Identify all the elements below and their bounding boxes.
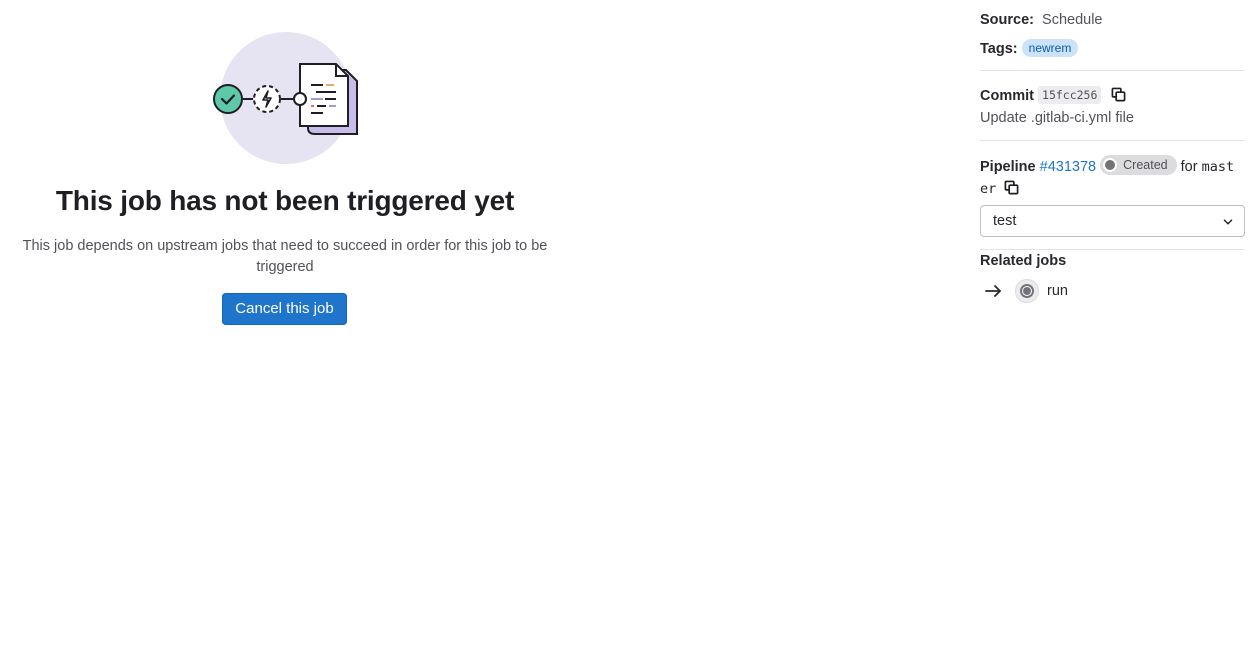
chevron-down-icon (1223, 219, 1233, 225)
copy-ref-icon[interactable] (1004, 180, 1019, 199)
stage-dropdown-value: test (993, 213, 1017, 229)
ref-name[interactable]: mast (1202, 159, 1235, 175)
commit-label: Commit (980, 88, 1034, 104)
status-created-icon (1105, 160, 1116, 170)
tags-label: Tags: (980, 41, 1018, 57)
ref-name-continued[interactable]: er (980, 181, 996, 197)
pipeline-row: Pipeline #431378 Created for mast (980, 155, 1234, 175)
tags-row: Tags: newrem (980, 39, 1079, 57)
divider (980, 249, 1245, 250)
copy-icon[interactable] (1111, 87, 1126, 106)
status-created-icon (1015, 279, 1039, 303)
divider (980, 70, 1245, 71)
source-row: Source: Schedule (980, 12, 1103, 28)
empty-state-title: This job has not been triggered yet (55, 185, 515, 216)
pipeline-label: Pipeline (980, 159, 1036, 175)
job-main-panel: This job has not been triggered yet This… (0, 0, 570, 648)
tag-badge: newrem (1021, 39, 1079, 57)
commit-row: Commit 15fcc256 (980, 86, 1126, 106)
divider (980, 140, 1245, 141)
cancel-job-button[interactable]: Cancel this job (222, 293, 347, 325)
pipeline-status-text: Created (1123, 158, 1168, 172)
ref-row-continued: er (980, 180, 1019, 199)
pipeline-link[interactable]: #431378 (1040, 159, 1096, 175)
source-value: Schedule (1042, 12, 1103, 28)
for-text: for (1180, 159, 1198, 175)
related-jobs-title: Related jobs (980, 253, 1067, 269)
pipeline-status-badge[interactable]: Created (1100, 155, 1177, 175)
pipeline-waiting-illustration (213, 32, 358, 164)
stage-dropdown[interactable]: test (980, 205, 1245, 237)
commit-sha[interactable]: 15fcc256 (1038, 86, 1102, 104)
empty-state-description: This job depends on upstream jobs that n… (22, 238, 548, 275)
commit-message: Update .gitlab-ci.yml file (980, 110, 1134, 126)
source-label: Source: (980, 12, 1034, 28)
related-job-name: run (1047, 283, 1068, 299)
job-sidebar: Source: Schedule Tags: newrem Commit 15f… (980, 0, 1245, 648)
arrow-right-icon (985, 285, 1001, 297)
related-job-item[interactable]: run (985, 279, 1245, 305)
